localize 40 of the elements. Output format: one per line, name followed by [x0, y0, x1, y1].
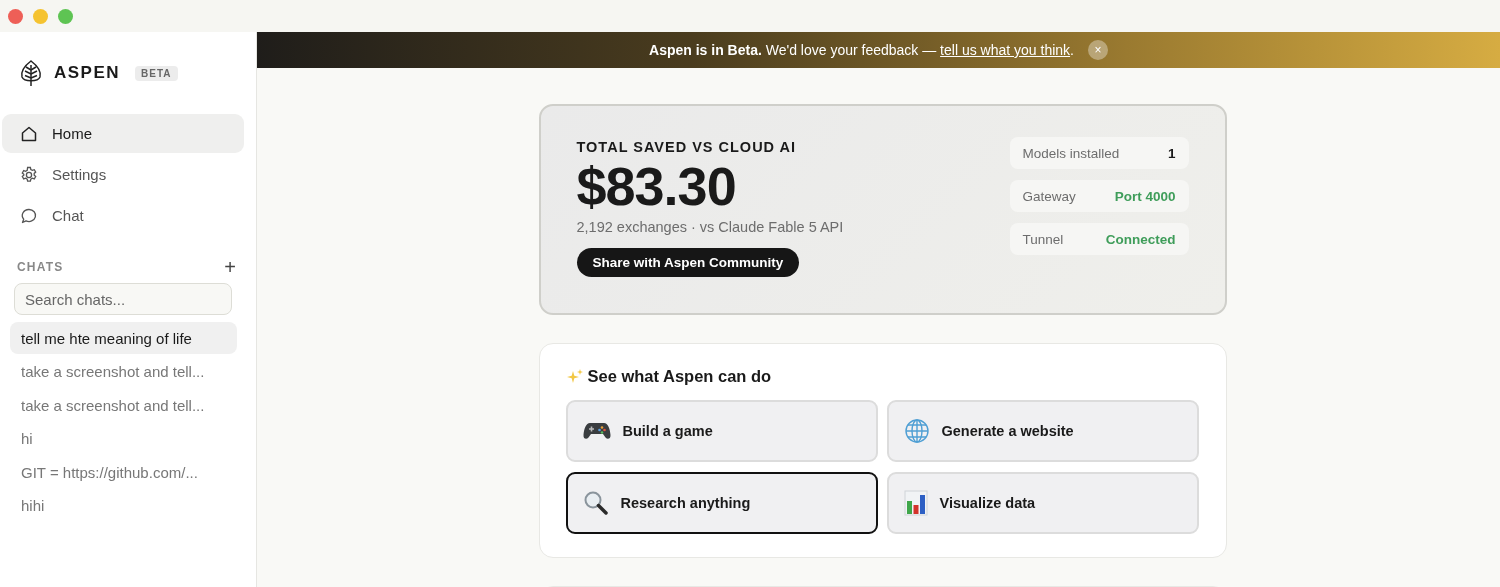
conversation-item[interactable]: take a screenshot and tell...	[10, 355, 237, 388]
stat-value: Connected	[1105, 231, 1176, 247]
bar-chart-icon	[903, 490, 928, 516]
conversation-item[interactable]: take a screenshot and tell...	[10, 389, 237, 422]
banner-message: Aspen is in Beta. We'd love your feedback — tell us what you think.	[649, 42, 1074, 58]
beta-badge: BETA	[135, 65, 178, 81]
leaf-logo-icon	[19, 59, 43, 87]
action-button[interactable]: Generate a website	[886, 400, 1199, 462]
action-button[interactable]: Research anything	[565, 472, 878, 534]
share-button[interactable]: Share with Aspen Community	[576, 248, 800, 277]
section-heading: CHATS	[17, 260, 64, 274]
stat-value: 1	[1168, 145, 1176, 161]
conversation-item[interactable]: hi	[10, 422, 237, 455]
search-field[interactable]: Search chats...	[14, 283, 232, 315]
stat-label: Tunnel	[1022, 231, 1064, 247]
conversation-item[interactable]: tell me hte meaning of life	[10, 322, 237, 354]
savings-amount: $83.30	[576, 158, 737, 214]
stat-value: Port 4000	[1114, 188, 1176, 204]
card-title: See what Aspen can do	[587, 367, 772, 386]
nav-item[interactable]: Settings	[2, 155, 244, 194]
nav-item[interactable]: Home	[2, 114, 244, 153]
chat-bubble-icon	[20, 206, 38, 225]
zoom-window-button[interactable]	[58, 8, 73, 24]
conversation-item[interactable]: hihi	[10, 489, 237, 522]
savings-detail: 2,192 exchanges · vs Claude Fable 5 API	[576, 219, 844, 235]
globe-icon	[903, 418, 930, 444]
settings-icon	[20, 165, 38, 184]
action-button[interactable]: Build a game	[565, 400, 878, 462]
search-icon	[582, 490, 609, 516]
action-button[interactable]: Visualize data	[886, 472, 1199, 534]
app-name: ASPEN	[54, 63, 121, 83]
stat-label: Gateway	[1022, 188, 1076, 204]
home-icon	[20, 124, 38, 143]
stat-label: Models installed	[1022, 145, 1120, 161]
close-window-button[interactable]	[8, 8, 23, 24]
nav-item[interactable]: Chat	[2, 196, 244, 235]
conversation-item[interactable]: GIT = https://github.com/...	[10, 456, 237, 489]
add-chat-button[interactable]: +	[224, 257, 236, 277]
card-heading: TOTAL SAVED VS CLOUD AI	[576, 139, 798, 155]
minimize-window-button[interactable]	[33, 8, 48, 24]
